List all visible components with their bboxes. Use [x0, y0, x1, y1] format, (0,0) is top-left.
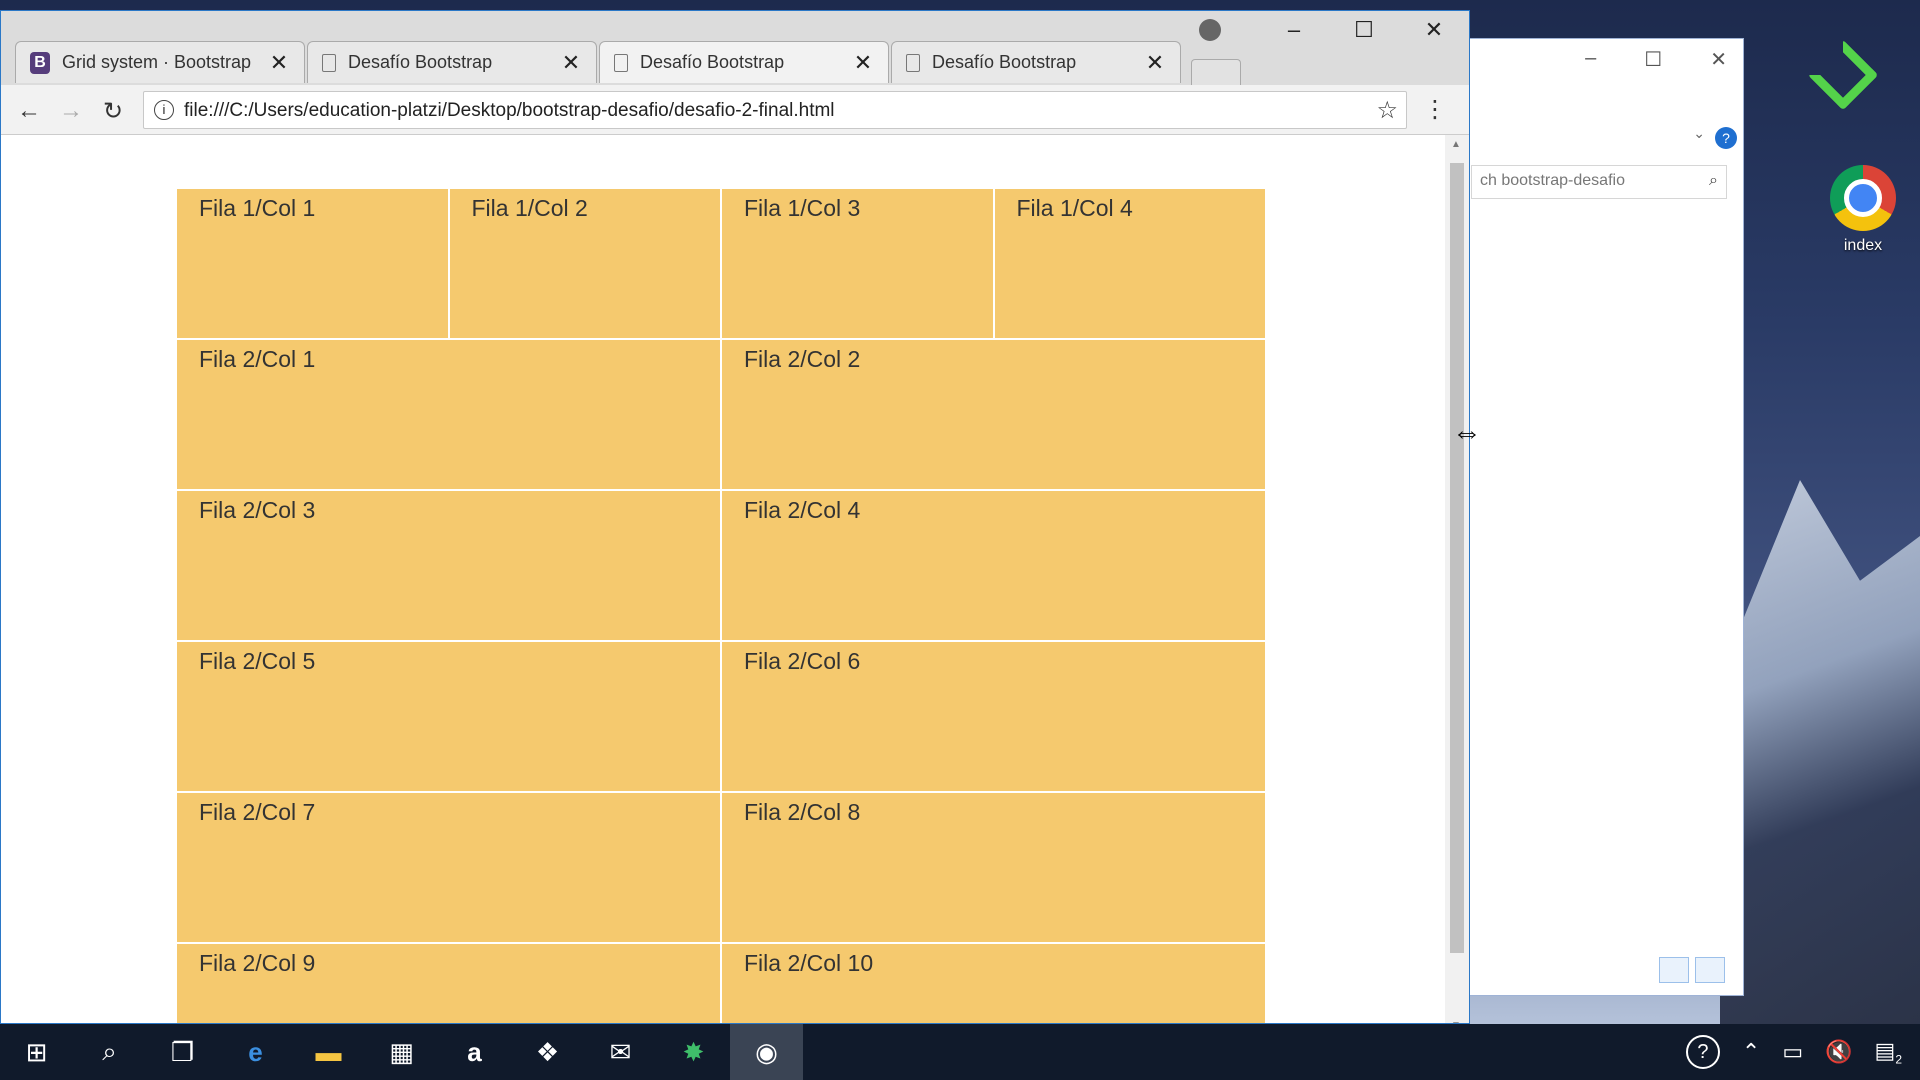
notifications-icon[interactable]: ▤2 [1875, 1038, 1902, 1066]
start-icon[interactable]: ⊞ [0, 1024, 73, 1080]
bookmark-star-icon[interactable]: ☆ [1376, 96, 1398, 125]
info-icon[interactable]: i [154, 100, 174, 120]
close-icon[interactable]: ✕ [560, 50, 582, 76]
help-icon[interactable]: ? [1685, 1035, 1720, 1069]
grid-row-1: Fila 1/Col 1 Fila 1/Col 2 Fila 1/Col 3 F… [176, 188, 1266, 339]
grid-cell: Fila 2/Col 3 [176, 490, 721, 641]
mail-icon[interactable]: ✉ [584, 1024, 657, 1080]
explorer-search-text: ch bootstrap-desafio [1480, 172, 1625, 189]
grid-cell: Fila 2/Col 1 [176, 339, 721, 490]
chevron-down-icon[interactable]: ⌄ [1693, 125, 1705, 142]
explorer-maximize-button[interactable]: ☐ [1644, 47, 1662, 72]
scroll-up-icon[interactable]: ▲ [1451, 139, 1461, 150]
tab-title: Grid system · Bootstrap [62, 52, 252, 72]
url-text: file:///C:/Users/education-platzi/Deskto… [184, 100, 835, 121]
profile-icon[interactable] [1199, 19, 1221, 41]
menu-icon[interactable]: ⋮ [1423, 95, 1447, 124]
page-viewport: Fila 1/Col 1 Fila 1/Col 2 Fila 1/Col 3 F… [1, 135, 1447, 1023]
forward-icon[interactable]: → [53, 97, 89, 125]
tab-strip: B Grid system · Bootstrap ✕ Desafío Boot… [1, 11, 1469, 85]
tab-title: Desafío Bootstrap [348, 52, 493, 72]
explorer-view-toggles [1659, 957, 1725, 983]
tab-desafio-2[interactable]: Desafío Bootstrap ✕ [599, 41, 889, 83]
close-icon[interactable]: ✕ [852, 50, 874, 76]
grid-cell: Fila 2/Col 7 [176, 792, 721, 943]
grid-row-2: Fila 2/Col 7 Fila 2/Col 8 [176, 792, 1266, 943]
tab-desafio-3[interactable]: Desafío Bootstrap ✕ [891, 41, 1181, 83]
explorer-minimize-button[interactable]: – [1585, 47, 1596, 72]
wallpaper-mountain [1720, 480, 1920, 1040]
battery-icon[interactable]: ▭ [1782, 1039, 1803, 1065]
close-icon[interactable]: ✕ [1144, 50, 1166, 76]
close-icon[interactable]: ✕ [268, 50, 290, 76]
grid-cell: Fila 1/Col 2 [448, 188, 721, 339]
file-explorer-window[interactable]: – ☐ ✕ ⌄ ? ch bootstrap-desafio ⌕ [1460, 38, 1744, 996]
browser-window: B Grid system · Bootstrap ✕ Desafío Boot… [0, 10, 1470, 1024]
taskbar: ⊞ ⌕ ❐ e ▬ ▦ a ❖ ✉ ✸ ◉ ? ⌃ ▭ 🔇 ▤2 [0, 1024, 1920, 1080]
grid-cell: Fila 2/Col 6 [721, 641, 1266, 792]
large-icons-view-icon[interactable] [1695, 957, 1725, 983]
back-icon[interactable]: ← [11, 97, 47, 125]
browser-toolbar: ← → ↻ i file:///C:/Users/education-platz… [1, 85, 1469, 135]
bootstrap-grid: Fila 1/Col 1 Fila 1/Col 2 Fila 1/Col 3 F… [176, 188, 1266, 1023]
desktop-shortcut-chrome[interactable]: index [1828, 165, 1898, 255]
tab-desafio-1[interactable]: Desafío Bootstrap ✕ [307, 41, 597, 83]
desktop-app-logo-icon[interactable] [1807, 39, 1879, 111]
explorer-close-button[interactable]: ✕ [1710, 47, 1727, 72]
explorer-window-controls: – ☐ ✕ [1585, 47, 1727, 72]
search-icon[interactable]: ⌕ [73, 1024, 146, 1080]
grid-cell: Fila 2/Col 4 [721, 490, 1266, 641]
grid-cell: Fila 2/Col 5 [176, 641, 721, 792]
file-explorer-icon[interactable]: ▬ [292, 1024, 365, 1080]
grid-cell: Fila 2/Col 2 [721, 339, 1266, 490]
store-icon[interactable]: ▦ [365, 1024, 438, 1080]
help-icon[interactable]: ? [1715, 127, 1737, 149]
minimize-button[interactable]: – [1259, 17, 1329, 43]
tab-grid-system[interactable]: B Grid system · Bootstrap ✕ [15, 41, 305, 83]
reload-icon[interactable]: ↻ [95, 97, 131, 126]
chrome-icon [1830, 165, 1896, 231]
grid-cell: Fila 1/Col 4 [993, 188, 1266, 339]
grid-cell: Fila 2/Col 8 [721, 792, 1266, 943]
grid-cell: Fila 2/Col 9 [176, 943, 721, 1023]
document-icon [322, 53, 336, 72]
document-icon [906, 53, 920, 72]
dropbox-icon[interactable]: ❖ [511, 1024, 584, 1080]
grid-row-2: Fila 2/Col 1 Fila 2/Col 2 [176, 339, 1266, 490]
scrollbar-thumb[interactable] [1450, 163, 1464, 953]
chrome-icon[interactable]: ◉ [730, 1024, 803, 1080]
maximize-button[interactable]: ☐ [1329, 17, 1399, 43]
window-controls: – ☐ ✕ [1199, 17, 1469, 43]
grid-cell: Fila 1/Col 3 [721, 188, 994, 339]
search-icon: ⌕ [1709, 172, 1718, 189]
app-icon[interactable]: ✸ [657, 1024, 730, 1080]
bootstrap-icon: B [30, 51, 50, 74]
resize-cursor-icon: ⇔ [1452, 416, 1482, 449]
desktop-shortcut-label: index [1843, 237, 1883, 254]
amazon-icon[interactable]: a [438, 1024, 511, 1080]
grid-row-2: Fila 2/Col 9 Fila 2/Col 10 [176, 943, 1266, 1023]
document-icon [614, 53, 628, 72]
new-tab-button[interactable] [1191, 59, 1241, 85]
chevron-up-icon[interactable]: ⌃ [1742, 1039, 1760, 1065]
tab-title: Desafío Bootstrap [932, 52, 1077, 72]
grid-row-2: Fila 2/Col 5 Fila 2/Col 6 [176, 641, 1266, 792]
address-bar[interactable]: i file:///C:/Users/education-platzi/Desk… [143, 91, 1407, 129]
task-view-icon[interactable]: ❐ [146, 1024, 219, 1080]
explorer-search-input[interactable]: ch bootstrap-desafio ⌕ [1471, 165, 1727, 199]
details-view-icon[interactable] [1659, 957, 1689, 983]
system-tray: ? ⌃ ▭ 🔇 ▤2 [1685, 1035, 1920, 1069]
grid-row-2: Fila 2/Col 3 Fila 2/Col 4 [176, 490, 1266, 641]
grid-cell: Fila 2/Col 10 [721, 943, 1266, 1023]
edge-icon[interactable]: e [219, 1024, 292, 1080]
grid-cell: Fila 1/Col 1 [176, 188, 449, 339]
volume-muted-icon[interactable]: 🔇 [1825, 1039, 1852, 1065]
tab-title: Desafío Bootstrap [640, 52, 785, 72]
notification-count: 2 [1895, 1052, 1902, 1067]
vertical-scrollbar[interactable]: ▲ ▼ [1445, 135, 1469, 1023]
close-button[interactable]: ✕ [1399, 17, 1469, 43]
